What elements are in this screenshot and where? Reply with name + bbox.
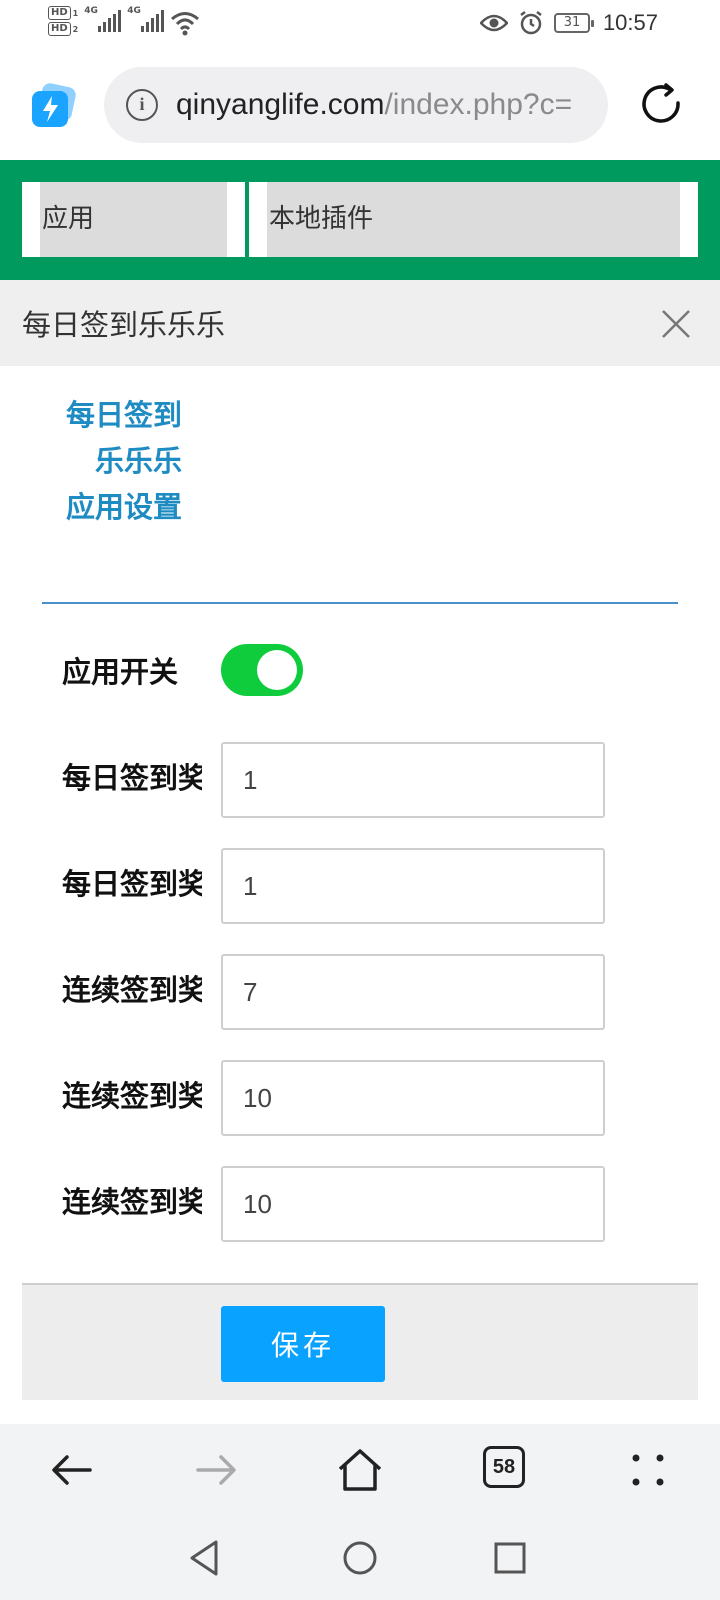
daily-reward-field-1[interactable] [221, 742, 605, 818]
field-label: 连续签到奖 [62, 1185, 202, 1219]
url-text[interactable]: qinyanglife.com/index.php?c= [176, 85, 572, 125]
address-row: i qinyanglife.com/index.php?c= [0, 55, 720, 155]
url-path: /index.php?c= [384, 88, 573, 121]
clock: 10:57 [602, 10, 658, 35]
browser-toolbar: 58 [0, 1424, 720, 1516]
eye-icon [480, 14, 508, 32]
hd-indicators: HD 1 HD 2 [48, 6, 78, 36]
browser-logo-icon [32, 83, 76, 127]
field-label: 每日签到奖 [62, 867, 202, 901]
title-divider [42, 602, 678, 604]
field-label: 连续签到奖 [62, 973, 202, 1007]
nav-back-icon[interactable] [184, 1536, 228, 1580]
status-bar: HD 1 HD 2 4G 4G 31 10:57 [0, 0, 720, 50]
hd-sub: 1 [72, 8, 79, 18]
save-button[interactable]: 保存 [221, 1306, 385, 1382]
hd-label: HD [48, 6, 71, 20]
streak-reward-field-3[interactable] [221, 1166, 605, 1242]
tabs-button[interactable]: 58 [483, 1446, 525, 1488]
hd-indicator-2: HD 2 [48, 22, 78, 36]
nav-recents-icon[interactable] [488, 1536, 532, 1580]
battery-icon: 31 [554, 13, 594, 33]
url-bar[interactable]: i qinyanglife.com/index.php?c= [104, 67, 608, 143]
daily-reward-field-2[interactable] [221, 848, 605, 924]
dialog-title: 每日签到乐乐乐 [22, 308, 226, 342]
nav-item-apps[interactable]: 应用 [22, 182, 245, 257]
url-domain: qinyanglife.com [176, 88, 385, 121]
streak-reward-field-2[interactable] [221, 1060, 605, 1136]
dialog-header: 每日签到乐乐乐 [0, 280, 720, 366]
network-type: 4G [127, 6, 141, 16]
app-enable-toggle[interactable] [221, 644, 303, 696]
hd-sub: 2 [72, 24, 79, 34]
hd-label: HD [48, 22, 71, 36]
back-icon[interactable] [46, 1444, 98, 1496]
close-icon[interactable] [660, 308, 692, 340]
wifi-icon [171, 12, 200, 36]
signal-icon-1: 4G [84, 6, 122, 32]
field-label: 连续签到奖 [62, 1079, 202, 1113]
nav-item-label: 应用 [40, 182, 227, 257]
alarm-icon [520, 11, 542, 35]
battery-level: 31 [563, 15, 581, 30]
status-left: HD 1 HD 2 4G 4G [48, 6, 200, 36]
streak-reward-field-1[interactable] [221, 954, 605, 1030]
system-nav-bar [0, 1516, 720, 1600]
hd-indicator-1: HD 1 [48, 6, 78, 20]
refresh-icon[interactable] [638, 81, 686, 129]
toggle-label: 应用开关 [62, 655, 179, 689]
panel-title: 每日签到乐乐乐 应用设置 [65, 398, 182, 524]
network-type: 4G [84, 6, 98, 16]
nav-home-icon[interactable] [338, 1536, 382, 1580]
top-nav: 应用 本地插件 [0, 160, 720, 280]
field-label: 每日签到奖 [62, 761, 202, 795]
nav-item-local-plugins[interactable]: 本地插件 [249, 182, 698, 257]
signal-icon-2: 4G [127, 6, 165, 32]
info-icon[interactable]: i [126, 89, 158, 121]
nav-item-label: 本地插件 [267, 182, 680, 257]
home-icon[interactable] [334, 1444, 386, 1496]
menu-icon[interactable] [622, 1444, 674, 1496]
toggle-knob [257, 650, 297, 690]
forward-icon[interactable] [190, 1444, 242, 1496]
status-right: 31 [480, 10, 594, 36]
